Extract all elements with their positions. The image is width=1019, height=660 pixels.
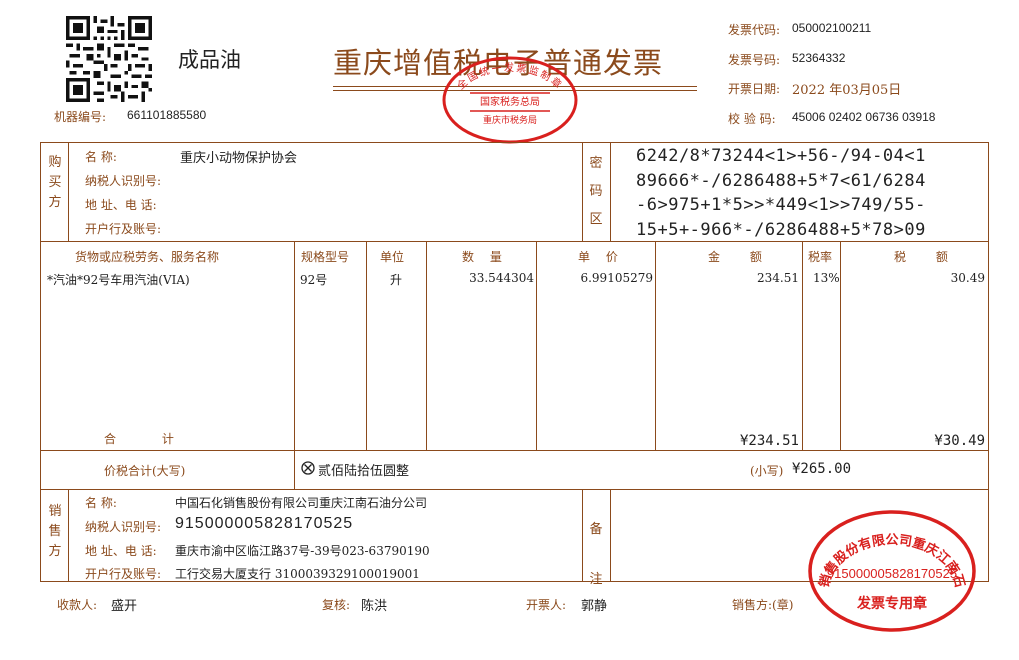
issue-date: 2022 年03月05日	[792, 83, 902, 98]
divider	[366, 241, 367, 450]
divider	[610, 142, 611, 241]
seller-section-label: 销售方	[48, 504, 62, 559]
col-header-spec: 规格型号	[301, 250, 350, 264]
item-unit-price: 6.99105279	[580, 271, 653, 285]
grand-total-label: 价税合计(大写)	[104, 464, 186, 478]
buyer-address-label: 地 址、电 话:	[85, 198, 157, 212]
cipher-line: 89666*-/6286488+5*7<61/6284	[636, 170, 926, 191]
check-code: 45006 02402 06736 03918	[792, 110, 936, 124]
total-tax: ¥30.49	[934, 433, 985, 449]
item-tax: 30.49	[950, 271, 985, 285]
item-quantity: 33.544304	[469, 271, 534, 285]
payee-label: 收款人:	[57, 598, 98, 612]
issuer-label: 开票人:	[526, 598, 567, 612]
col-header-tax: 税 额	[894, 250, 948, 264]
reviewer-label: 复核:	[322, 598, 351, 612]
item-amount: 234.51	[757, 271, 799, 285]
col-header-rate: 税率	[808, 250, 833, 264]
seal-bottom-text: 重庆市税务局	[483, 114, 537, 126]
seal-mid-text: 国家税务总局	[480, 95, 540, 108]
divider	[68, 489, 69, 582]
grand-total-small-label: (小写)	[750, 464, 784, 478]
cipher-line: 6242/8*73244<1>+56-/94-04<1	[636, 146, 926, 166]
divider	[536, 241, 537, 450]
divider	[40, 489, 989, 490]
circled-x-icon	[301, 461, 315, 475]
item-spec: 92号	[300, 273, 328, 287]
seller-bank-label: 开户行及账号:	[85, 567, 162, 581]
cipher-line: -6>975+1*5>>*449<1>>749/55-	[636, 195, 926, 215]
divider	[840, 241, 841, 450]
seller-tax-id: 915000005828170525	[175, 515, 354, 532]
seller-tax-id-label: 纳税人识别号:	[85, 520, 162, 534]
item-name: *汽油*92号车用汽油(VIA)	[47, 273, 190, 287]
cipher-text: 6242/8*73244<1>+56-/94-04<1 89666*-/6286…	[636, 144, 926, 242]
issuer: 郭静	[581, 599, 608, 614]
seller-address: 重庆市渝中区临江路37号-39号023-63790190	[175, 544, 430, 558]
item-tax-rate: 13%	[813, 271, 840, 285]
buyer-bank-label: 开户行及账号:	[85, 222, 162, 236]
item-unit: 升	[390, 273, 403, 287]
col-header-name: 货物或应税劳务、服务名称	[75, 250, 220, 264]
buyer-section-label: 购买方	[48, 155, 62, 210]
divider	[68, 142, 69, 241]
invoice-code-label: 发票代码:	[728, 23, 781, 37]
reviewer: 陈洪	[361, 599, 388, 614]
seller-name: 中国石化销售股份有限公司重庆江南石油分公司	[175, 496, 428, 510]
divider	[582, 142, 583, 241]
seller-address-label: 地 址、电 话:	[85, 544, 157, 558]
divider	[610, 489, 611, 582]
seller-seal-icon: 中国石化销售股份有限公司重庆江南石油分公司 915000005828170525…	[806, 508, 976, 632]
check-code-label: 校 验 码:	[728, 112, 776, 126]
seller-stamp-label: 销售方:(章)	[732, 598, 794, 612]
divider	[582, 489, 583, 582]
seller-name-label: 名 称:	[85, 496, 117, 510]
machine-number-label: 机器编号:	[54, 110, 107, 124]
invoice-code: 050002100211	[792, 21, 872, 35]
total-amount: ¥234.51	[739, 433, 799, 449]
invoice-number-label: 发票号码:	[728, 53, 781, 67]
invoice-category: 成品油	[178, 48, 241, 72]
divider	[802, 241, 803, 450]
divider	[294, 450, 295, 489]
col-header-unit: 单位	[380, 250, 405, 264]
seller-bank: 工行交易大厦支行 3100039329100019001	[175, 567, 420, 581]
col-header-qty: 数 量	[462, 250, 502, 264]
buyer-name: 重庆小动物保护协会	[180, 151, 298, 166]
col-header-amount: 金 额	[708, 250, 762, 264]
invoice-number: 52364332	[792, 51, 846, 65]
divider	[294, 241, 295, 450]
buyer-tax-id-label: 纳税人识别号:	[85, 174, 162, 188]
buyer-name-label: 名 称:	[85, 150, 117, 164]
remarks-label: 备注	[589, 522, 603, 587]
qr-code	[66, 16, 152, 102]
cipher-line: 15+5+-966*-/6286488+5*78>09	[636, 219, 926, 240]
divider	[426, 241, 427, 450]
col-header-price: 单 价	[578, 250, 618, 264]
tax-bureau-seal-icon: 全国统一发票监制章 国家税务总局 重庆市税务局	[442, 56, 578, 144]
grand-total-words: 贰佰陆拾伍圆整	[318, 464, 410, 479]
divider	[40, 450, 989, 451]
issue-date-label: 开票日期:	[728, 82, 781, 96]
cipher-section-label: 密码区	[589, 156, 603, 227]
machine-number: 661101885580	[127, 108, 207, 122]
seller-seal-caption: 发票专用章	[856, 595, 927, 612]
total-label: 合 计	[104, 432, 174, 446]
grand-total-amount: ¥265.00	[792, 461, 852, 477]
seller-seal-tax-id: 915000005828170525	[827, 566, 957, 581]
divider	[655, 241, 656, 450]
payee: 盛开	[111, 599, 138, 614]
